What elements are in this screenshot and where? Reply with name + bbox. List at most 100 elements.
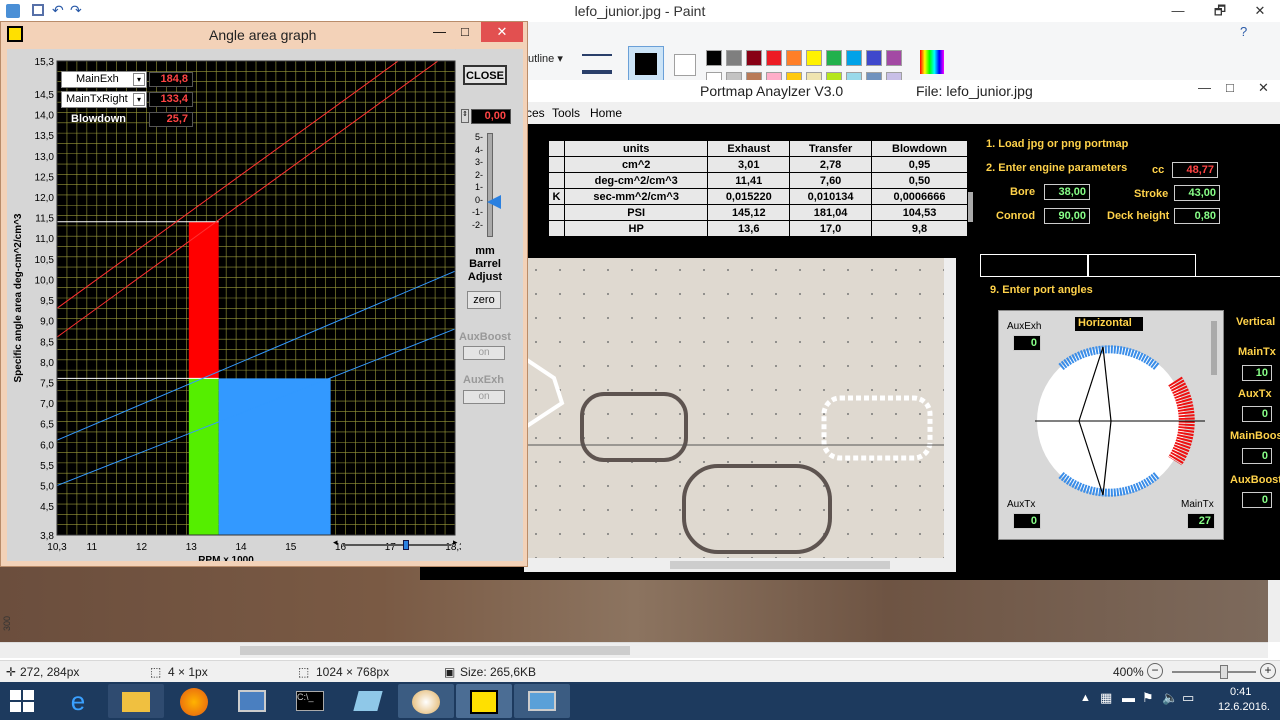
portmap-maximize-button[interactable]: □ <box>1226 80 1234 95</box>
rpm-scroll-thumb[interactable] <box>403 540 409 550</box>
action-center-icon[interactable]: ⚑ <box>1142 690 1154 706</box>
legend-maintxright[interactable]: MainTxRight ▾ <box>61 91 147 108</box>
y-tick-label: 9,0 <box>40 317 54 328</box>
conrod-input[interactable]: 90,00 <box>1044 208 1090 224</box>
menu-devices[interactable]: ces <box>526 106 545 120</box>
header-exhaust: Exhaust <box>707 140 791 157</box>
outline-dropdown[interactable]: utline ▾ <box>528 52 563 65</box>
port-outline-transfer-left <box>580 392 688 462</box>
step-engine: 2. Enter engine parameters <box>986 162 1128 174</box>
stroke-input[interactable]: 43,00 <box>1174 185 1220 201</box>
clock-date[interactable]: 12.6.2016. <box>1218 701 1270 713</box>
color-swatch[interactable] <box>826 50 842 66</box>
right-auxtx-input[interactable]: 0 <box>1242 406 1272 422</box>
deck-height-input[interactable]: 0,80 <box>1174 208 1220 224</box>
volume-icon[interactable]: 🔈 <box>1162 690 1178 706</box>
graph-close-button[interactable]: CLOSE <box>463 65 507 85</box>
legend-mainexh[interactable]: MainExh ▾ <box>61 71 147 88</box>
start-button[interactable] <box>10 690 34 712</box>
barrel-slider-thumb[interactable] <box>487 195 501 209</box>
y-tick-label: 12,5 <box>35 172 55 183</box>
paint-taskbar-icon[interactable] <box>398 684 454 718</box>
tab-2[interactable] <box>1088 254 1196 276</box>
barrel-slider[interactable] <box>487 133 493 237</box>
cmd-taskbar-icon[interactable]: C:\_ <box>282 684 338 718</box>
image-size: 1024 × 768px <box>316 665 390 679</box>
image-scroll-thumb[interactable] <box>670 561 890 569</box>
image-vertical-scrollbar[interactable] <box>944 258 956 558</box>
color-swatch[interactable] <box>766 50 782 66</box>
horizontal-scrollbar[interactable] <box>0 642 1268 658</box>
help-icon[interactable]: ? <box>1240 24 1247 39</box>
barrel-stepper[interactable]: ⇕ <box>461 109 469 123</box>
x-tick-label: 10,3 <box>47 542 67 553</box>
zoom-in-button[interactable]: + <box>1260 663 1276 679</box>
portmap-minimize-button[interactable]: — <box>1198 80 1211 95</box>
table-scrollbar[interactable] <box>968 192 973 222</box>
barrel-unit-label: mm <box>475 245 495 257</box>
port-angle-dial <box>1035 345 1205 497</box>
portmap-body: units Exhaust Transfer Blowdown cm^2 3,01… <box>420 124 1280 580</box>
zoom-out-button[interactable]: − <box>1147 663 1163 679</box>
rpm-scrollbar[interactable]: ◂ ▸ <box>333 537 461 550</box>
vertical-label: Vertical <box>1236 316 1276 328</box>
deck-height-label: Deck height <box>1107 210 1170 222</box>
portmap-close-button[interactable]: ✕ <box>1258 80 1269 96</box>
tray-app-icon[interactable]: ▦ <box>1100 690 1112 706</box>
chevron-down-icon[interactable]: ▾ <box>133 93 145 106</box>
menu-tools[interactable]: Tools <box>552 106 580 120</box>
remote-desktop-taskbar-icon[interactable] <box>224 684 280 718</box>
clock-time[interactable]: 0:41 <box>1230 686 1251 698</box>
keyboard-icon[interactable]: ▭ <box>1182 690 1194 706</box>
table-row: cm^2 3,01 2,78 0,95 <box>548 156 968 173</box>
size-icon[interactable] <box>582 54 612 74</box>
x-tick-label: 15 <box>285 542 297 553</box>
image-horizontal-scrollbar[interactable] <box>524 558 956 572</box>
bore-label: Bore <box>1010 186 1036 198</box>
menu-home[interactable]: Home <box>590 106 622 120</box>
table-row: PSI 145,12 181,04 104,53 <box>548 204 968 221</box>
right-maintx-input[interactable]: 10 <box>1242 365 1272 381</box>
close-button[interactable]: ✕ <box>1240 0 1280 22</box>
color-swatch[interactable] <box>746 50 762 66</box>
tab-1[interactable] <box>980 254 1088 276</box>
right-auxboost-input[interactable]: 0 <box>1242 492 1272 508</box>
angle-graph-maximize-button[interactable]: □ <box>461 24 469 39</box>
firefox-taskbar-icon[interactable] <box>166 684 222 718</box>
image-viewer-taskbar-icon[interactable] <box>514 684 570 718</box>
right-mainboost-input[interactable]: 0 <box>1242 448 1272 464</box>
scroll-thumb[interactable] <box>240 646 630 655</box>
color-swatch[interactable] <box>806 50 822 66</box>
window-title: lefo_junior.jpg - Paint <box>574 3 706 19</box>
app-taskbar-icon[interactable] <box>340 684 396 718</box>
color-swatch[interactable] <box>726 50 742 66</box>
explorer-taskbar-icon[interactable] <box>108 684 164 718</box>
network-icon[interactable]: ▬ <box>1122 690 1135 705</box>
angle-slider[interactable] <box>1211 321 1217 375</box>
color-swatch[interactable] <box>886 50 902 66</box>
auxtx-input[interactable]: 0 <box>1013 513 1041 529</box>
zoom-slider-thumb[interactable] <box>1220 665 1228 679</box>
legend-blowdown-value: 25,7 <box>149 112 193 127</box>
maximize-button[interactable]: 🗗 <box>1200 0 1240 22</box>
angle-graph-close-button[interactable]: ✕ <box>481 22 523 42</box>
auxboost-toggle[interactable]: on <box>463 346 505 360</box>
color2-button[interactable] <box>674 54 696 76</box>
angle-graph-minimize-button[interactable]: — <box>433 24 446 39</box>
color-swatch[interactable] <box>846 50 862 66</box>
tray-up-icon[interactable]: ▲ <box>1080 692 1091 704</box>
color-swatch[interactable] <box>866 50 882 66</box>
ie-taskbar-icon[interactable]: e <box>50 684 106 718</box>
color-swatch[interactable] <box>706 50 722 66</box>
labview-taskbar-icon[interactable] <box>456 684 512 718</box>
bore-input[interactable]: 38,00 <box>1044 184 1090 200</box>
y-tick-label: 12,0 <box>35 193 55 204</box>
minimize-button[interactable]: — <box>1158 0 1198 22</box>
color-swatch[interactable] <box>786 50 802 66</box>
auxexh-toggle[interactable]: on <box>463 390 505 404</box>
edit-colors-icon[interactable] <box>920 50 944 74</box>
zoom-slider[interactable] <box>1172 671 1256 673</box>
zero-button[interactable]: zero <box>467 291 501 309</box>
maintx-input[interactable]: 27 <box>1187 513 1215 529</box>
chevron-down-icon[interactable]: ▾ <box>133 73 145 86</box>
